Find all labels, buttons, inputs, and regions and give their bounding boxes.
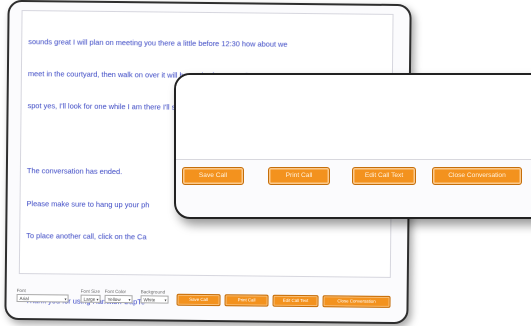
chevron-down-icon: ▾	[64, 296, 67, 302]
end-notice-line: To place another call, click on the Ca	[26, 231, 147, 242]
zoom-edit-call-text-button[interactable]: Edit Call Text	[352, 167, 416, 185]
zoom-print-call-button[interactable]: Print Call	[268, 167, 330, 185]
save-call-button[interactable]: Save Call	[176, 293, 221, 307]
screenshot-stage: sounds great I will plan on meeting you …	[0, 0, 531, 326]
font-color-control: Font Color Yellow ▾	[104, 289, 133, 304]
font-size-select[interactable]: Large ▾	[80, 294, 101, 303]
font-size-value: Large	[83, 296, 96, 302]
zoom-callout: Save Call Print Call Edit Call Text Clos…	[174, 73, 531, 219]
zoom-close-conversation-button[interactable]: Close Conversation	[432, 167, 522, 185]
font-select-value: Arial	[19, 296, 29, 302]
background-control: Background White ▾	[140, 289, 169, 304]
font-select[interactable]: Arial ▾	[16, 294, 69, 303]
print-call-button[interactable]: Print Call	[224, 294, 269, 307]
chevron-down-icon: ▾	[164, 297, 167, 303]
background-value: White	[143, 297, 156, 303]
chevron-down-icon: ▾	[128, 297, 131, 303]
font-color-select[interactable]: Yellow ▾	[104, 294, 133, 304]
zoom-transcript-area	[176, 75, 531, 160]
close-conversation-button[interactable]: Close Conversation	[322, 295, 391, 308]
zoom-save-call-button[interactable]: Save Call	[182, 167, 244, 185]
edit-call-text-button[interactable]: Edit Call Text	[272, 294, 319, 308]
transcript-line: sounds great I will plan on meeting you …	[28, 36, 288, 49]
font-control: Font Arial ▾	[16, 288, 69, 303]
bottom-controls: Font Arial ▾ Font Size Large ▾ Font Colo…	[16, 288, 396, 314]
background-select[interactable]: White ▾	[140, 295, 169, 304]
font-color-value: Yellow	[107, 296, 121, 303]
font-size-control: Font Size Large ▾	[80, 289, 101, 303]
chevron-down-icon: ▾	[96, 296, 99, 302]
